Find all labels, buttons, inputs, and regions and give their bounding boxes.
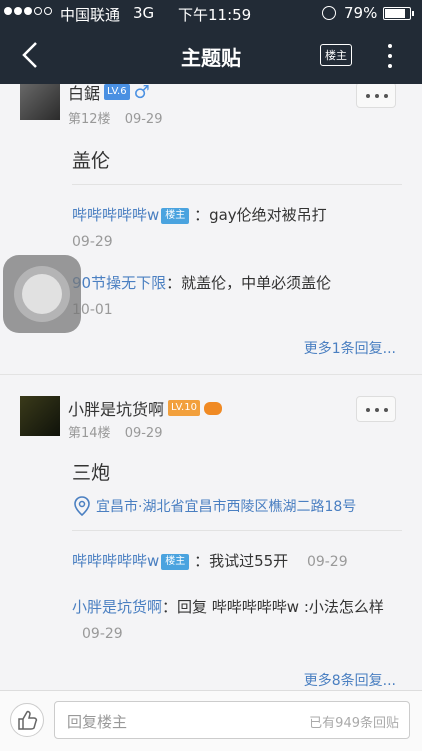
floor-number: 第12楼	[68, 112, 111, 127]
floor-info: 第14楼 09-29	[68, 422, 162, 441]
post-floor-14: 小胖是坑货啊 LV.10 第14楼 09-29 三炮 宜昌市·湖北省宜昌市西陵区…	[0, 384, 422, 690]
network-label: 3G	[133, 4, 155, 22]
reply-text: ：gay伦绝对被吊打	[194, 206, 327, 224]
page-title: 主题贴	[181, 46, 241, 70]
divider	[72, 530, 402, 531]
assistive-touch-button[interactable]	[3, 255, 81, 333]
reply-input[interactable]: 回复楼主 已有949条回贴	[54, 701, 410, 739]
bottom-bar: 回复楼主 已有949条回贴	[0, 690, 422, 751]
battery-icon	[383, 7, 414, 20]
floor-info: 第12楼 09-29	[68, 108, 162, 127]
location[interactable]: 宜昌市·湖北省宜昌市西陵区樵湖二路18号	[74, 496, 356, 516]
reply-item[interactable]: 90节操无下限：就盖伦，中单必须盖伦 10-01	[72, 270, 402, 323]
reply-text: ：就盖伦，中单必须盖伦	[166, 274, 332, 292]
reply-author[interactable]: 哔哔哔哔哔w	[72, 552, 159, 570]
owner-tag: 楼主	[161, 554, 190, 570]
owner-only-button[interactable]: 楼主	[320, 44, 352, 66]
username-text: 白鋸	[68, 84, 101, 103]
reply-date: 09-29	[72, 234, 113, 250]
nav-bar: 主题贴 楼主	[0, 28, 422, 84]
thread-content: 白鋸 LV.6 ♂ 第12楼 09-29 盖伦 哔哔哔哔哔w 楼主 ：gay伦绝对…	[0, 84, 422, 690]
level-badge: LV.10	[168, 400, 200, 416]
reply-author[interactable]: 哔哔哔哔哔w	[72, 206, 159, 224]
reply-placeholder: 回复楼主	[67, 713, 128, 731]
post-date: 09-29	[124, 112, 163, 127]
gamepad-icon	[203, 401, 222, 415]
status-bar: 中国联通 3G 下午11:59 79%	[0, 0, 422, 28]
male-icon: ♂	[133, 84, 150, 103]
post-menu-button[interactable]	[356, 396, 396, 422]
avatar[interactable]	[20, 84, 60, 120]
owner-tag: 楼主	[161, 208, 190, 224]
avatar[interactable]	[20, 396, 60, 436]
carrier-label: 中国联通	[60, 6, 121, 24]
thumbs-up-icon	[18, 710, 38, 730]
reply-author[interactable]: 小胖是坑货啊	[72, 598, 162, 616]
post-text: 三炮	[72, 462, 111, 484]
username[interactable]: 白鋸 LV.6 ♂	[68, 84, 150, 104]
reply-author[interactable]: 90节操无下限	[72, 274, 166, 292]
reply-item[interactable]: 哔哔哔哔哔w 楼主 ：gay伦绝对被吊打 09-29	[72, 202, 402, 255]
more-replies-link[interactable]: 更多1条回复...	[304, 338, 396, 358]
battery-percent: 79%	[344, 4, 378, 22]
divider	[72, 184, 402, 185]
reply-item[interactable]: 哔哔哔哔哔w 楼主 ：我试过55开 09-29	[72, 548, 402, 575]
floor-number: 第14楼	[68, 426, 111, 441]
reply-date: 09-29	[82, 626, 123, 642]
reply-item[interactable]: 小胖是坑货啊：回复 哔哔哔哔哔w :小法怎么样 09-29	[72, 594, 402, 647]
level-badge: LV.6	[104, 84, 130, 100]
reply-count: 已有949条回贴	[309, 716, 399, 731]
post-date: 09-29	[124, 426, 163, 441]
rotation-lock-icon	[322, 6, 336, 20]
username[interactable]: 小胖是坑货啊 LV.10	[68, 396, 222, 420]
clock: 下午11:59	[178, 6, 252, 24]
more-menu-button[interactable]	[382, 42, 398, 70]
reply-text: ：我试过55开	[194, 552, 289, 570]
location-pin-icon	[74, 496, 90, 516]
location-text: 宜昌市·湖北省宜昌市西陵区樵湖二路18号	[96, 499, 357, 515]
reply-date: 09-29	[306, 554, 348, 570]
more-replies-link[interactable]: 更多8条回复...	[304, 670, 396, 690]
reply-text: ：回复 哔哔哔哔哔w :小法怎么样	[162, 598, 384, 616]
post-menu-button[interactable]	[356, 84, 396, 108]
post-text: 盖伦	[72, 150, 111, 172]
username-text: 小胖是坑货啊	[68, 400, 165, 419]
signal-icon	[4, 7, 52, 15]
like-button[interactable]	[10, 703, 44, 737]
